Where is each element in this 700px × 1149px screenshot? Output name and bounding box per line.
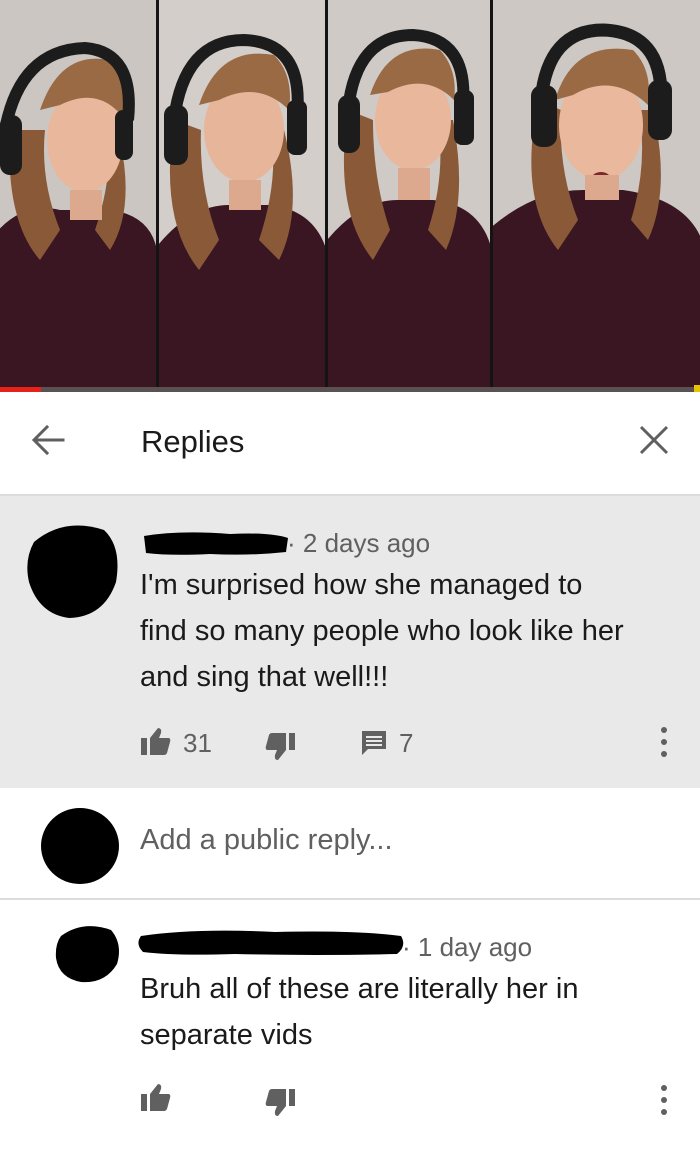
reply-count: 7 bbox=[399, 728, 414, 758]
thumbs-up-icon[interactable] bbox=[140, 726, 172, 756]
video-panel-1 bbox=[0, 0, 157, 388]
reply-comment: · 1 day ago Bruh all of these are litera… bbox=[0, 900, 700, 1149]
add-reply-row[interactable]: Add a public reply... bbox=[0, 788, 700, 900]
comment-line: find so many people who look like her bbox=[140, 615, 624, 647]
comment-line: Bruh all of these are literally her in bbox=[140, 973, 579, 1005]
like-count: 31 bbox=[183, 728, 212, 758]
parent-comment: · 2 days ago I'm surprised how she manag… bbox=[0, 496, 700, 788]
thumbs-up-icon[interactable] bbox=[140, 1082, 172, 1112]
author-name-redacted bbox=[144, 532, 288, 555]
comment-body: Bruh all of these are literally her in s… bbox=[140, 966, 578, 1058]
video-player[interactable] bbox=[0, 0, 700, 392]
avatar bbox=[41, 808, 119, 884]
comment-timestamp: · 2 days ago bbox=[287, 528, 431, 558]
timestamp-text: 1 day ago bbox=[417, 932, 533, 962]
comment-line: I'm surprised how she managed to bbox=[140, 569, 583, 601]
thumbs-down-icon[interactable] bbox=[264, 1088, 296, 1118]
more-vert-icon[interactable] bbox=[658, 1084, 670, 1116]
comment-icon[interactable] bbox=[360, 729, 388, 757]
avatar[interactable] bbox=[53, 922, 121, 984]
page-title: Replies bbox=[141, 424, 245, 459]
arrow-left-icon[interactable] bbox=[27, 420, 67, 460]
comment-timestamp: · 1 day ago bbox=[402, 932, 533, 962]
comment-body: I'm surprised how she managed to find so… bbox=[140, 562, 624, 700]
add-reply-input[interactable]: Add a public reply... bbox=[140, 824, 393, 857]
replies-header: Replies bbox=[0, 392, 700, 496]
thumbs-down-icon[interactable] bbox=[264, 732, 296, 762]
more-vert-icon[interactable] bbox=[658, 726, 670, 758]
timestamp-text: 2 days ago bbox=[302, 528, 431, 558]
comment-line: separate vids bbox=[140, 1019, 313, 1051]
video-panel-4 bbox=[493, 0, 700, 388]
author-name-redacted bbox=[138, 930, 404, 955]
avatar[interactable] bbox=[24, 522, 120, 620]
video-panel-3 bbox=[328, 0, 490, 388]
video-panel-2 bbox=[159, 0, 325, 388]
progress-end-marker bbox=[694, 385, 700, 392]
comment-line: and sing that well!!! bbox=[140, 661, 389, 693]
close-icon[interactable] bbox=[636, 422, 672, 458]
